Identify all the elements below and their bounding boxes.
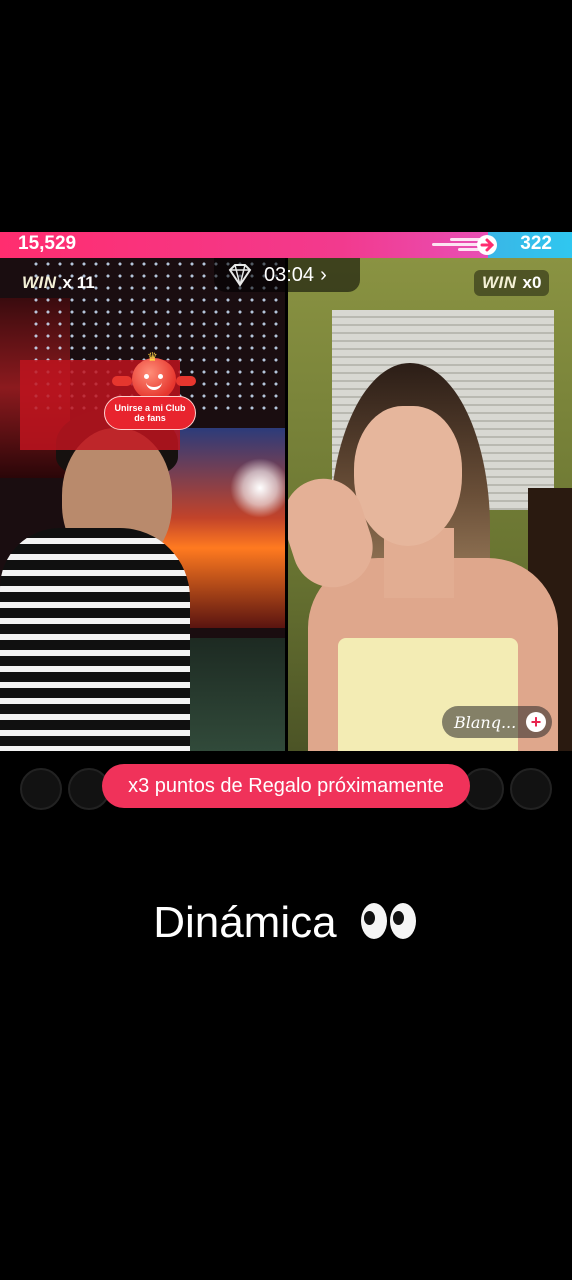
left-score: 15,529 bbox=[18, 233, 77, 254]
speed-streaks bbox=[424, 238, 484, 252]
fan-club-line-1: Unirse a mi Club bbox=[114, 403, 186, 413]
right-stream-video[interactable] bbox=[288, 258, 572, 751]
score-divider-icon bbox=[477, 235, 497, 255]
timer-value: 03:04 bbox=[264, 263, 315, 286]
battle-timer[interactable]: 03:04 › bbox=[214, 258, 360, 292]
fan-club-badge[interactable]: Unirse a mi Club de fans bbox=[104, 396, 196, 430]
left-score-fill: 15,529 bbox=[0, 232, 488, 258]
fan-club-join[interactable]: ♛ Unirse a mi Club de fans bbox=[104, 350, 208, 436]
right-win-streak: WIN x0 bbox=[474, 270, 550, 296]
win-label: WIN bbox=[22, 273, 57, 292]
right-streamer-name-pill[interactable]: Blanq... + bbox=[442, 706, 552, 738]
left-stream-video[interactable] bbox=[0, 258, 285, 751]
left-win-streak: WIN x 11 bbox=[14, 270, 103, 296]
win-count: x0 bbox=[522, 273, 542, 292]
trophy-gem-icon bbox=[228, 264, 252, 287]
win-count: x 11 bbox=[62, 273, 95, 292]
crown-icon: ♛ bbox=[147, 350, 158, 364]
chevron-right-icon: › bbox=[320, 263, 327, 286]
right-score: 322 bbox=[520, 233, 552, 254]
fan-club-line-2: de fans bbox=[134, 413, 166, 423]
win-label: WIN bbox=[482, 273, 517, 292]
gift-points-banner: x3 puntos de Regalo próximamente bbox=[102, 764, 470, 808]
fan-club-mascot-icon bbox=[132, 358, 176, 400]
caption-text: Dinámica bbox=[153, 898, 337, 947]
plus-icon[interactable]: + bbox=[526, 712, 546, 732]
right-score-fill: 322 bbox=[488, 232, 572, 258]
eyes-icon bbox=[360, 900, 419, 950]
streamer-name: Blanq... bbox=[454, 712, 517, 732]
gift-banner-text: x3 puntos de Regalo próximamente bbox=[128, 774, 444, 797]
video-caption: Dinámica bbox=[0, 898, 572, 950]
gifter-avatar[interactable] bbox=[20, 768, 62, 810]
gifter-avatar[interactable] bbox=[510, 768, 552, 810]
